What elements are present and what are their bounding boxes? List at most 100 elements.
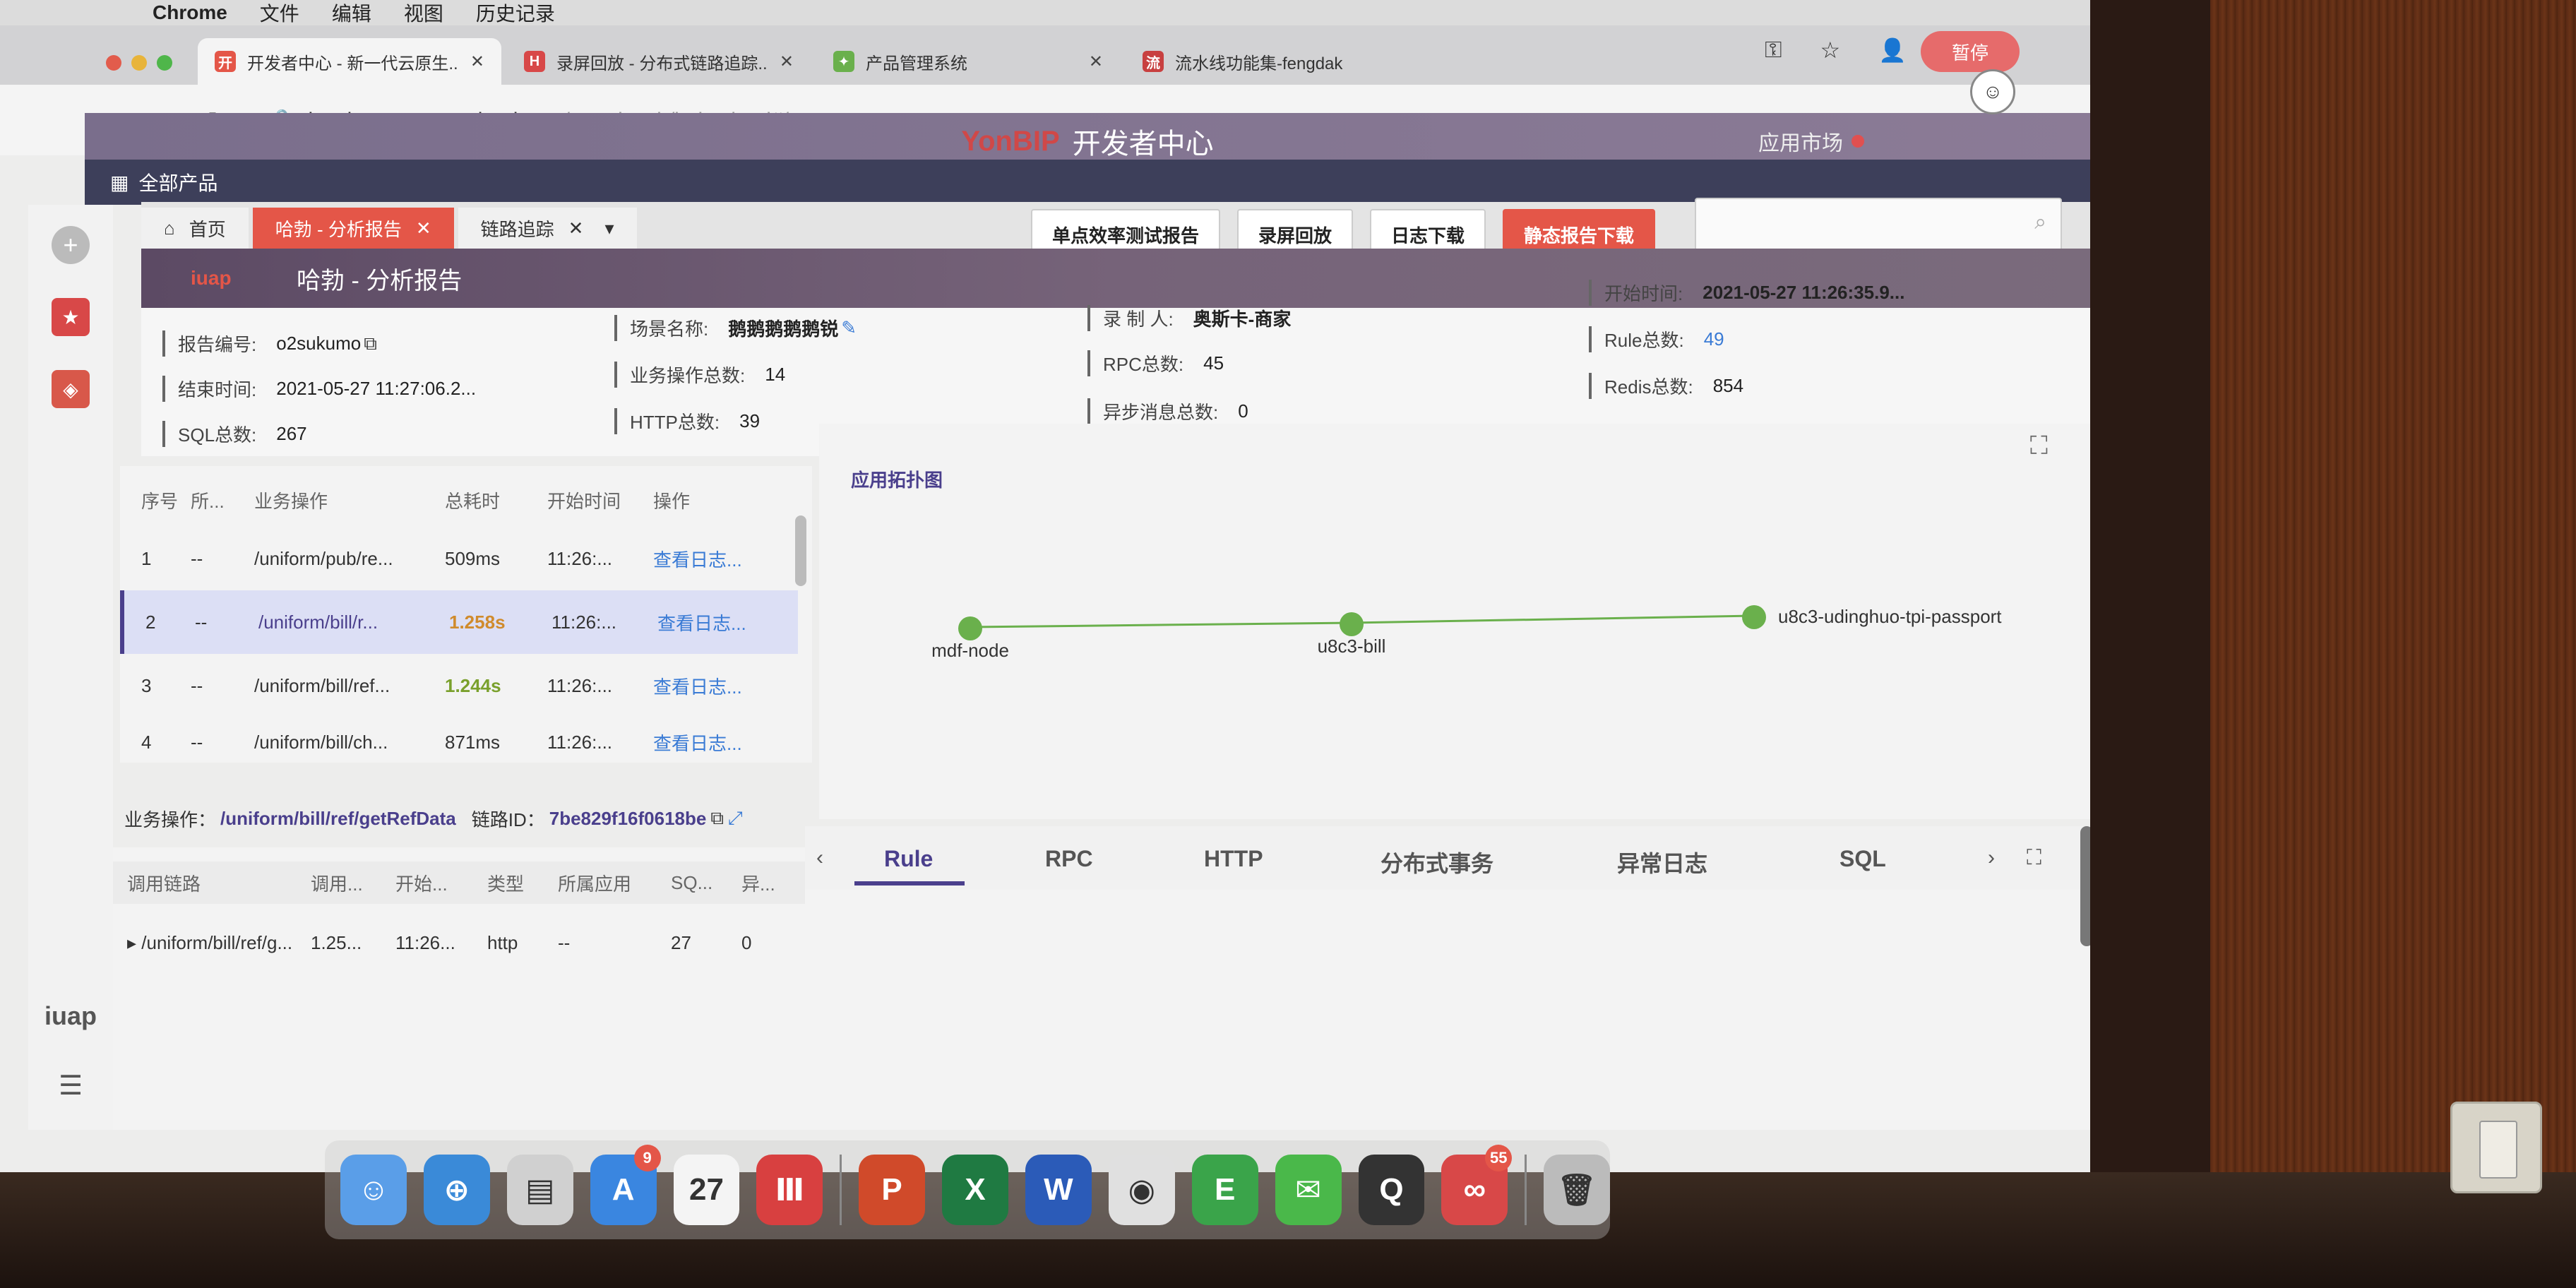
tab-http[interactable]: HTTP — [1204, 846, 1263, 872]
chevron-left-icon[interactable]: ‹ — [816, 846, 823, 870]
dock-iuap-app-icon[interactable]: Ⅲ — [756, 1155, 823, 1225]
browser-tab-product[interactable]: ✦ 产品管理系统 ✕ — [816, 38, 1120, 85]
dock-word-icon[interactable]: W — [1025, 1155, 1092, 1225]
tab-trace[interactable]: 链路追踪 ✕ ▾ — [458, 208, 637, 249]
tab-rule[interactable]: Rule — [884, 846, 933, 872]
dock-yonyou-app-icon[interactable]: ∞ 55 — [1441, 1145, 1513, 1225]
browser-tab-developer[interactable]: 开 开发者中心 - 新一代云原生... ✕ — [198, 38, 501, 85]
dock-finder-icon[interactable]: ☺ — [340, 1155, 407, 1225]
chain-id-value: 7be829f16f0618be — [549, 807, 707, 829]
topology-node-label: u8c3-bill — [1318, 636, 1386, 657]
close-window-icon[interactable] — [106, 55, 121, 71]
background-wall — [2210, 0, 2576, 1288]
favorites-icon[interactable]: ★ — [52, 298, 90, 336]
tab-rpc[interactable]: RPC — [1045, 846, 1093, 872]
tab-home[interactable]: ⌂ 首页 — [141, 208, 249, 249]
dock-trash-icon[interactable]: 🗑 — [1544, 1155, 1610, 1225]
topology-node-label: mdf-node — [931, 640, 1009, 661]
menubar-app[interactable]: Chrome — [153, 1, 227, 24]
menubar-item-history[interactable]: 历史记录 — [476, 0, 555, 27]
dock-preview-icon[interactable]: ▤ — [506, 1155, 573, 1225]
topology-node[interactable] — [1340, 612, 1364, 636]
chevron-down-icon[interactable]: ▾ — [604, 217, 614, 239]
topology-panel: 应用拓扑图 ⛶ mdf-node u8c3-bill u8c3-udinghuo… — [819, 424, 2090, 819]
close-icon[interactable]: ✕ — [780, 52, 794, 72]
table-scrollbar[interactable] — [795, 515, 806, 586]
chevron-right-icon[interactable]: › — [1988, 846, 1995, 870]
dock-safari-icon[interactable]: ⊕ — [423, 1155, 490, 1225]
tab-hubble-report[interactable]: 哈勃 - 分析报告 ✕ — [252, 208, 454, 249]
detail-tabs: ‹ Rule RPC HTTP 分布式事务 异常日志 SQL › ⛶ — [805, 826, 2090, 890]
portal-brand-logo[interactable]: YonBIP — [961, 126, 1059, 157]
star-icon[interactable]: ☆ — [1820, 37, 1840, 64]
window-controls — [106, 55, 172, 71]
view-log-link[interactable]: 查看日志... — [657, 609, 777, 636]
dock-app-store-icon[interactable]: A9 — [590, 1145, 661, 1225]
fullscreen-icon[interactable]: ⛶ — [2027, 846, 2041, 870]
browser-tab-replay[interactable]: H 录屏回放 - 分布式链路追踪... ✕ — [507, 38, 811, 85]
key-icon[interactable]: ⚿ — [1765, 37, 1782, 64]
close-icon[interactable]: ✕ — [470, 52, 484, 72]
close-icon[interactable]: ✕ — [416, 217, 431, 239]
edit-icon[interactable]: ✎ — [841, 317, 857, 339]
table-row[interactable]: 4 -- /uniform/bill/ch... 871ms 11:26:...… — [120, 710, 798, 774]
close-icon[interactable]: ✕ — [568, 217, 584, 239]
dock-chrome-icon[interactable]: ◉ — [1108, 1155, 1175, 1225]
menubar-item-file[interactable]: 文件 — [260, 0, 299, 27]
search-input[interactable]: ⌕ — [1695, 198, 2062, 251]
search-icon[interactable]: ⌕ — [2034, 210, 2046, 234]
app-market-link[interactable]: 应用市场 — [1758, 126, 1843, 157]
chain-summary: 业务操作： /uniform/bill/ref/getRefData 链路ID：… — [124, 807, 743, 830]
redis-total: Redis总数: 854 — [1589, 373, 1743, 399]
browser-tabstrip: 开 开发者中心 - 新一代云原生... ✕ H 录屏回放 - 分布式链路追踪..… — [0, 25, 2090, 85]
tab-home-label: 首页 — [189, 218, 226, 240]
dock-evernote-icon[interactable]: E — [1191, 1155, 1258, 1225]
topology-edge — [1351, 614, 1755, 624]
zoom-window-icon[interactable] — [157, 55, 172, 71]
add-icon[interactable]: + — [52, 226, 90, 264]
dock-powerpoint-icon[interactable]: P — [859, 1155, 926, 1225]
chain-op-value: /uniform/bill/ref/getRefData — [220, 807, 456, 829]
dock-wechat-icon[interactable]: ✉ — [1275, 1155, 1342, 1225]
home-icon: ⌂ — [164, 217, 175, 239]
pause-button[interactable]: 暂停 — [1921, 31, 2020, 72]
tab-distributed-tx[interactable]: 分布式事务 — [1381, 846, 1493, 878]
avatar[interactable]: ☺ — [1970, 69, 2015, 114]
view-log-link[interactable]: 查看日志... — [653, 729, 773, 756]
profile-icon[interactable]: 👤 — [1878, 37, 1907, 64]
screen: Chrome 文件 编辑 视图 历史记录 开 开发者中心 - 新一代云原生...… — [0, 0, 2090, 1172]
app-icon[interactable]: ◈ — [52, 370, 90, 408]
tab-exception-log[interactable]: 异常日志 — [1617, 846, 1707, 878]
chain-table: 调用链路 调用... 开始... 类型 所属应用 SQ... 异... ▸ /u… — [113, 847, 812, 1130]
minimize-window-icon[interactable] — [131, 55, 147, 71]
menubar-item-edit[interactable]: 编辑 — [332, 0, 371, 27]
tab-sql[interactable]: SQL — [1839, 846, 1886, 872]
table-row[interactable]: 3 -- /uniform/bill/ref... 1.244s 11:26:.… — [120, 654, 798, 717]
topology-node[interactable] — [958, 616, 982, 640]
expand-icon[interactable]: ⤢ — [728, 807, 743, 830]
chevron-right-icon[interactable]: ▸ — [127, 932, 141, 953]
copy-icon[interactable]: ⧉ — [710, 807, 724, 830]
table-row[interactable]: 1 -- /uniform/pub/re... 509ms 11:26:... … — [120, 527, 798, 590]
tab-title: 开发者中心 - 新一代云原生... — [247, 54, 459, 73]
view-log-link[interactable]: 查看日志... — [653, 546, 773, 572]
menu-icon[interactable]: ☰ — [59, 1070, 83, 1102]
dock-calendar-icon[interactable]: 27 — [673, 1155, 740, 1225]
dock-excel-icon[interactable]: X — [942, 1155, 1008, 1225]
topology-node[interactable] — [1742, 605, 1766, 629]
report-no: 报告编号: o2sukumo ⧉ — [162, 330, 377, 357]
operations-table: 序号 所... 业务操作 总耗时 开始时间 操作 1 -- /uniform/p… — [120, 466, 812, 763]
copy-icon[interactable]: ⧉ — [364, 333, 377, 355]
table-row[interactable]: 2 -- /uniform/bill/r... 1.258s 11:26:...… — [120, 590, 798, 654]
menubar-item-view[interactable]: 视图 — [404, 0, 443, 27]
tab-favicon: 流 — [1143, 51, 1164, 72]
page-scrollbar[interactable] — [2080, 826, 2090, 946]
dock-separator — [840, 1155, 842, 1225]
close-icon[interactable]: ✕ — [1089, 52, 1103, 72]
table-row[interactable]: ▸ /uniform/bill/ref/g... 1.25... 11:26..… — [113, 918, 812, 967]
view-log-link[interactable]: 查看日志... — [653, 673, 773, 699]
dock-separator — [1525, 1155, 1527, 1225]
browser-tab-pipeline[interactable]: 流 流水线功能集-fengdak — [1126, 38, 1429, 85]
rule-total: Rule总数: 49 — [1589, 326, 1724, 352]
dock-qq-icon[interactable]: Q — [1358, 1155, 1425, 1225]
